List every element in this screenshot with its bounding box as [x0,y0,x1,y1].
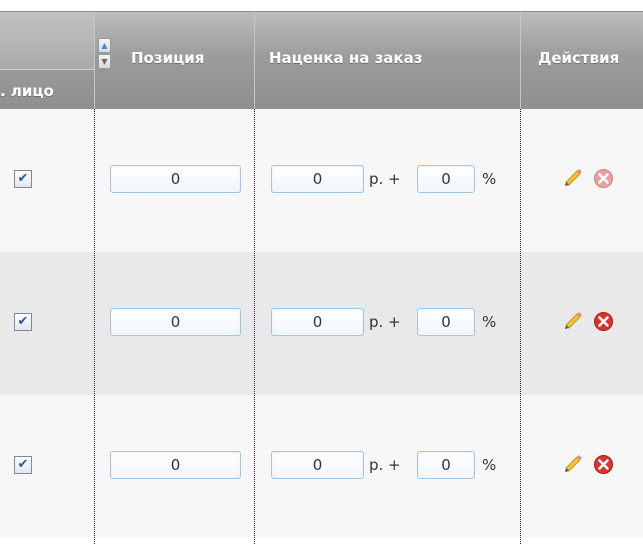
pencil-icon[interactable] [562,453,584,475]
column-divider [254,109,255,544]
pencil-icon[interactable] [562,167,584,189]
percent-label: % [482,456,497,474]
delete-icon[interactable] [593,168,614,189]
percent-label: % [482,313,497,331]
position-input[interactable]: 0 [110,165,241,193]
column-header-legal-entity[interactable]: . лицо [0,12,95,110]
column-header-label: . лицо [0,82,54,100]
position-input[interactable]: 0 [110,308,241,336]
markup-percent-input[interactable]: 0 [417,165,475,193]
checkmark-icon: ✔ [17,314,29,329]
table-row: ✔ 0 0 р. + 0 % [0,395,643,538]
column-header-actions: Действия [521,12,643,110]
table-row: ✔ 0 0 р. + 0 % [0,109,643,252]
column-header-label: Действия [538,49,620,67]
rub-label: р. + [369,313,401,331]
column-header-position[interactable]: ▲ ▼ Позиция [95,12,255,110]
column-header-label: Позиция [131,49,205,67]
legal-entity-checkbox[interactable]: ✔ [14,313,32,331]
markup-grid: . лицо ▲ ▼ Позиция Наценка на заказ Дейс… [0,0,643,544]
markup-rub-input[interactable]: 0 [271,165,364,193]
position-input[interactable]: 0 [110,451,241,479]
column-divider [520,109,521,544]
percent-label: % [482,170,497,188]
column-header-label: Наценка на заказ [269,49,423,67]
grid-header: . лицо ▲ ▼ Позиция Наценка на заказ Дейс… [0,11,643,110]
column-divider [94,109,95,544]
legal-entity-checkbox[interactable]: ✔ [14,456,32,474]
column-group-header [0,12,94,70]
sort-asc-icon[interactable]: ▲ [98,38,111,53]
sort-desc-icon[interactable]: ▼ [98,54,111,69]
markup-percent-input[interactable]: 0 [417,308,475,336]
pencil-icon[interactable] [562,310,584,332]
delete-icon[interactable] [593,454,614,475]
checkmark-icon: ✔ [17,171,29,186]
rub-label: р. + [369,170,401,188]
markup-percent-input[interactable]: 0 [417,451,475,479]
delete-icon[interactable] [593,311,614,332]
legal-entity-checkbox[interactable]: ✔ [14,170,32,188]
markup-rub-input[interactable]: 0 [271,451,364,479]
sort-control[interactable]: ▲ ▼ [98,38,111,69]
column-header-markup[interactable]: Наценка на заказ [255,12,521,110]
checkmark-icon: ✔ [17,457,29,472]
markup-rub-input[interactable]: 0 [271,308,364,336]
table-row: ✔ 0 0 р. + 0 % [0,252,643,395]
rub-label: р. + [369,456,401,474]
